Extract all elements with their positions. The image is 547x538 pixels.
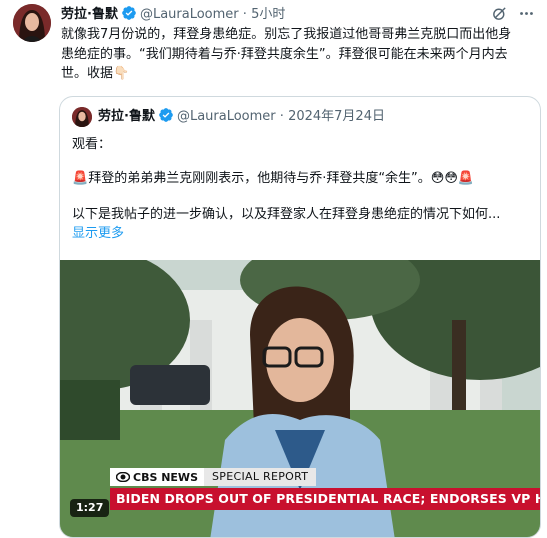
segment-label: SPECIAL REPORT	[204, 468, 317, 486]
video-duration: 1:27	[70, 499, 110, 517]
author-name[interactable]: 劳拉·鲁默	[61, 7, 118, 22]
quoted-author-avatar[interactable]	[72, 107, 92, 127]
quoted-author-handle[interactable]: @LauraLoomer	[177, 109, 276, 124]
quoted-tweet-card[interactable]: 劳拉·鲁默 @LauraLoomer · 2024年7月24日 观看： 🚨拜登的弟…	[59, 96, 541, 538]
quoted-text-content: 拜登的弟弟弗兰克刚刚表示，他期待与乔·拜登共度“余生”。	[88, 171, 431, 186]
quoted-author-name[interactable]: 劳拉·鲁默	[98, 109, 155, 124]
tweet-text: 就像我7月份说的，拜登身患绝症。别忘了我报道过他哥哥弗兰克脱口而出他身 患绝症的…	[61, 25, 535, 84]
pointing-down-emoji: 👇🏻	[113, 66, 130, 81]
header-separator: ·	[242, 7, 247, 22]
quoted-text-watch: 观看：	[72, 137, 112, 152]
tweet-text-line: 患绝症的事。“我们期待着与乔·拜登共度余生”。拜登很可能在未来两个月内去	[61, 46, 508, 62]
quoted-text-line: 以下是我帖子的进一步确认，以及拜登家人在拜登身患绝症的情况下如何...	[72, 207, 501, 222]
siren-emoji: 🚨	[72, 171, 89, 186]
flushed-siren-emoji: 😳😳🚨	[430, 171, 475, 186]
author-avatar[interactable]	[13, 4, 51, 42]
quoted-text-line: 🚨拜登的弟弟弗兰克刚刚表示，他期待与乔·拜登共度“余生”。😳😳🚨	[72, 169, 474, 189]
network-name: CBS NEWS	[133, 470, 198, 484]
video-player[interactable]: CBS NEWS SPECIAL REPORT BIDEN DROPS OUT …	[60, 260, 540, 537]
tweet-header: 劳拉·鲁默 @LauraLoomer · 5小时	[61, 5, 535, 25]
tweet-text-line: 就像我7月份说的，拜登身患绝症。别忘了我报道过他哥哥弗兰克脱口而出他身	[61, 27, 512, 42]
tweet-text-line: 世。收据👇🏻	[61, 64, 535, 84]
show-more-link[interactable]: 显示更多	[72, 224, 124, 244]
cbs-news-banner: CBS NEWS SPECIAL REPORT	[110, 468, 317, 486]
header-separator: ·	[279, 109, 284, 124]
author-handle[interactable]: @LauraLoomer	[140, 7, 239, 22]
verified-badge-icon	[158, 107, 174, 130]
tweet-time[interactable]: 5小时	[251, 7, 285, 22]
tweet-text-line-content: 世。收据	[61, 66, 114, 81]
news-headline-banner: BIDEN DROPS OUT OF PRESIDENTIAL RACE; EN…	[110, 488, 540, 510]
quoted-tweet-date[interactable]: 2024年7月24日	[288, 109, 385, 124]
cbs-eye-icon	[116, 472, 130, 482]
cbs-news-logo: CBS NEWS	[110, 471, 204, 484]
quoted-tweet-header: 劳拉·鲁默 @LauraLoomer · 2024年7月24日	[98, 107, 385, 130]
